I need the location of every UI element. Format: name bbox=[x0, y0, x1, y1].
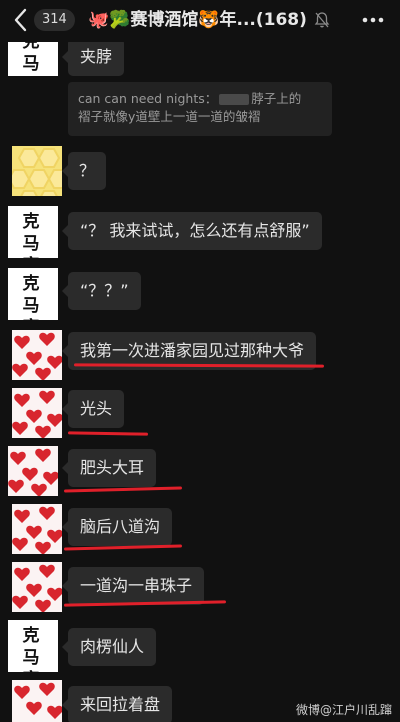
red-underline-mark bbox=[67, 431, 149, 436]
message-bubble[interactable]: 夹脖 bbox=[61, 38, 125, 76]
chat-header: 314 🐙🥦赛博酒馆🐯年...(168) bbox=[0, 0, 400, 42]
message-bubble[interactable]: ？ bbox=[61, 152, 107, 190]
hearts-pattern-icon bbox=[12, 332, 62, 380]
message-bubble[interactable]: 来回拉着盘 bbox=[61, 686, 173, 722]
quote-text-start: can can need nights： bbox=[78, 91, 218, 106]
honeycomb-icon bbox=[12, 148, 62, 196]
avatar[interactable] bbox=[8, 446, 58, 496]
avatar[interactable] bbox=[12, 562, 62, 612]
member-count: (168) bbox=[255, 10, 307, 30]
chat-title[interactable]: 🐙🥦赛博酒馆🐯年...(168) bbox=[88, 9, 307, 31]
avatar-text: 克 马塞 bbox=[22, 274, 44, 320]
message-bubble[interactable]: 一道沟一串珠子 bbox=[61, 567, 205, 605]
weibo-watermark: 微博@江户川乱蹿 bbox=[295, 703, 392, 717]
group-name: 🐙🥦赛博酒馆🐯年... bbox=[88, 10, 256, 30]
avatar[interactable] bbox=[12, 680, 62, 722]
back-arrow-icon[interactable] bbox=[10, 6, 32, 34]
avatar-text: 克 马塞 bbox=[22, 626, 44, 672]
avatar[interactable]: 克 马塞 bbox=[8, 206, 58, 258]
message-bubble[interactable]: 脑后八道沟 bbox=[61, 508, 173, 546]
hearts-pattern-icon bbox=[12, 564, 62, 612]
hearts-pattern-icon bbox=[14, 682, 62, 719]
hearts-pattern-icon bbox=[8, 448, 58, 496]
avatar[interactable] bbox=[12, 146, 62, 196]
unread-count-badge[interactable]: 314 bbox=[34, 9, 75, 31]
quote-text-end: 脖子上的 bbox=[251, 91, 302, 106]
avatar[interactable] bbox=[12, 504, 62, 554]
avatar[interactable] bbox=[12, 388, 62, 438]
quoted-message[interactable]: can can need nights： 脖子上的 褶子就像y道壁上一道一道的皱褶 bbox=[68, 82, 332, 136]
more-options-icon[interactable] bbox=[360, 9, 386, 31]
avatar[interactable]: 克 马塞 bbox=[8, 620, 58, 672]
avatar-text: 克 马塞 bbox=[22, 212, 44, 258]
message-bubble[interactable]: “？？” bbox=[62, 272, 141, 310]
redacted-name bbox=[219, 94, 250, 105]
red-underline-mark bbox=[63, 486, 183, 493]
message-bubble[interactable]: 肉楞仙人 bbox=[61, 628, 157, 666]
avatar[interactable]: 克 马塞 bbox=[8, 268, 58, 320]
quote-text-line2: 褶子就像y道壁上一道一道的皱褶 bbox=[78, 109, 261, 124]
message-bubble[interactable]: 光头 bbox=[61, 390, 125, 428]
mute-bell-icon bbox=[314, 11, 330, 29]
message-bubble[interactable]: “？ 我来试试，怎么还有点舒服” bbox=[62, 212, 322, 250]
avatar[interactable] bbox=[12, 330, 62, 380]
hearts-pattern-icon bbox=[12, 390, 62, 438]
hearts-pattern-icon bbox=[12, 506, 62, 554]
message-bubble[interactable]: 肥头大耳 bbox=[61, 449, 157, 487]
